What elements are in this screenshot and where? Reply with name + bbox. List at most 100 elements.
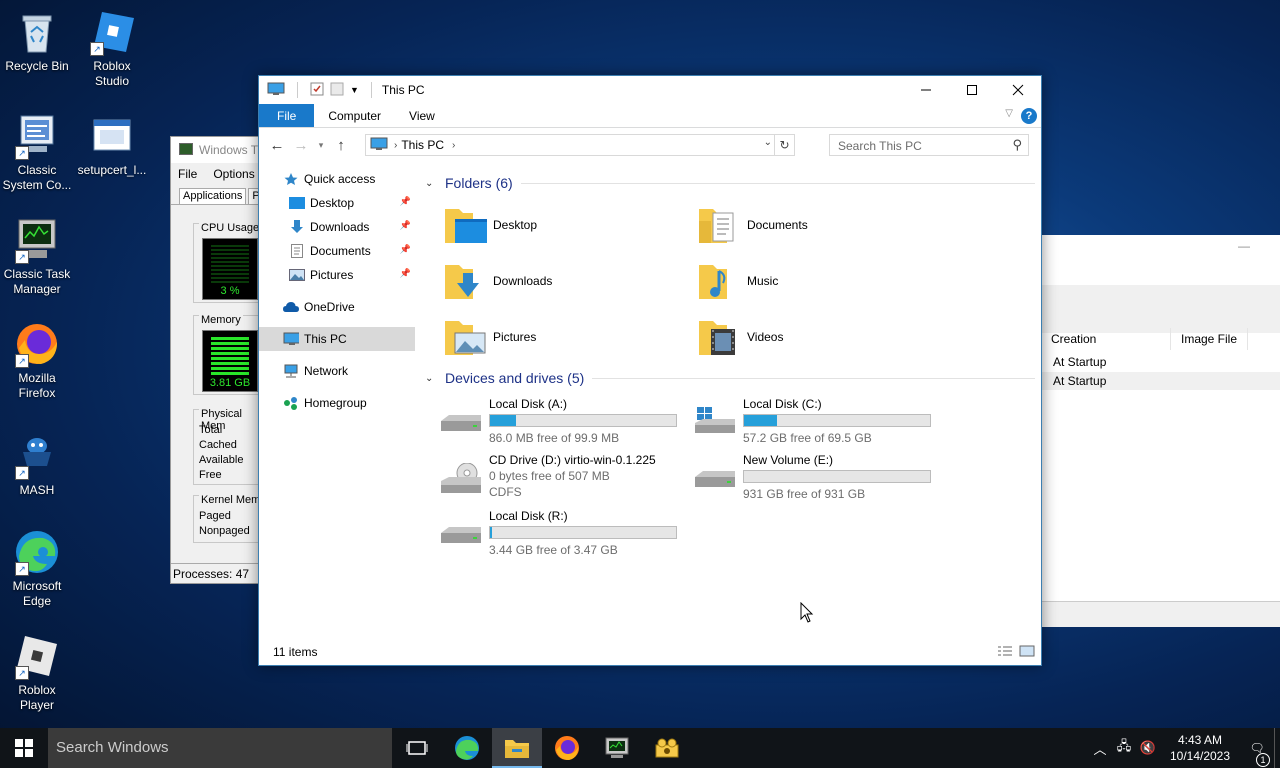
drive-local-disk-c[interactable]: Local Disk (C:) 57.2 GB free of 69.5 GB: [693, 397, 943, 447]
taskbar-task-manager[interactable]: [592, 728, 642, 768]
firefox-icon: [555, 736, 579, 760]
background-window[interactable]: — Creation Image File At Startup At Star…: [1040, 235, 1280, 627]
tab-view[interactable]: View: [395, 104, 449, 127]
tab-file[interactable]: File: [259, 104, 315, 127]
desktop-icon-mozilla-firefox[interactable]: ↗ Mozilla Firefox: [0, 320, 74, 401]
system-config-icon: ↗: [13, 112, 61, 160]
taskbar-firefox[interactable]: [542, 728, 592, 768]
drive-local-disk-r[interactable]: Local Disk (R:) 3.44 GB free of 3.47 GB: [439, 509, 689, 559]
nav-item-quick-access[interactable]: Quick access: [259, 167, 415, 191]
this-pc-icon: [267, 82, 285, 99]
nav-item-homegroup[interactable]: Homegroup: [259, 391, 415, 415]
cloud-icon: [283, 300, 299, 314]
desktop-icon-classic-system-config[interactable]: ↗ Classic System Co...: [0, 112, 74, 193]
picture-icon: [289, 268, 305, 282]
desktop-icon-mash[interactable]: ↗ MASH: [0, 432, 74, 498]
taskbar-file-explorer[interactable]: [492, 728, 542, 768]
nav-item-pictures[interactable]: Pictures 📌: [259, 263, 415, 287]
folders-group-header[interactable]: ⌄ Folders (6): [425, 172, 1035, 194]
desktop-icon-roblox-studio[interactable]: ↗ Roblox Studio: [75, 8, 149, 89]
nav-item-documents[interactable]: Documents 📌: [259, 239, 415, 263]
task-manager-titlebar[interactable]: Windows T: [171, 137, 269, 163]
properties-icon[interactable]: [310, 82, 324, 99]
folder-desktop[interactable]: Desktop: [443, 203, 537, 247]
customize-toolbar-icon[interactable]: ▼: [350, 85, 359, 95]
large-icons-view-icon[interactable]: [1019, 645, 1035, 660]
pin-icon[interactable]: 📌: [400, 220, 411, 231]
column-creation[interactable]: Creation: [1041, 328, 1171, 350]
explorer-titlebar[interactable]: ▼ This PC: [259, 76, 1041, 104]
nav-item-desktop[interactable]: Desktop 📌: [259, 191, 415, 215]
nav-item-onedrive[interactable]: OneDrive: [259, 295, 415, 319]
minimize-button[interactable]: [903, 76, 949, 104]
close-button[interactable]: [995, 76, 1041, 104]
recent-locations-icon[interactable]: ▾: [313, 140, 329, 151]
task-view-button[interactable]: [392, 728, 442, 768]
action-center-button[interactable]: 🗨 1: [1240, 741, 1274, 767]
folder-downloads[interactable]: Downloads: [443, 259, 552, 303]
breadcrumb-chevron-icon[interactable]: ›: [452, 140, 455, 151]
new-folder-icon[interactable]: [330, 82, 344, 99]
pin-icon[interactable]: 📌: [400, 244, 411, 255]
forward-arrow-icon[interactable]: →: [289, 137, 313, 154]
taskbar-mash[interactable]: [642, 728, 692, 768]
drive-new-volume-e[interactable]: New Volume (E:) 931 GB free of 931 GB: [693, 453, 943, 503]
desktop-icon-roblox-player[interactable]: ↗ Roblox Player: [0, 632, 74, 713]
desktop-icon-microsoft-edge[interactable]: ↗ Microsoft Edge: [0, 528, 74, 609]
breadcrumb-chevron-icon[interactable]: ›: [394, 140, 397, 151]
column-image-file[interactable]: Image File: [1171, 328, 1249, 350]
shortcut-arrow-icon: ↗: [15, 250, 29, 264]
drive-usage-bar: [489, 414, 677, 427]
menu-file[interactable]: File: [178, 167, 197, 185]
tab-computer[interactable]: Computer: [314, 104, 395, 127]
folder-pictures[interactable]: Pictures: [443, 315, 536, 359]
taskbar-edge[interactable]: [442, 728, 492, 768]
pin-icon[interactable]: 📌: [400, 196, 411, 207]
nav-item-this-pc[interactable]: This PC: [259, 327, 415, 351]
nav-item-downloads[interactable]: Downloads 📌: [259, 215, 415, 239]
details-view-icon[interactable]: [997, 645, 1013, 660]
downloads-folder-icon: [445, 265, 479, 299]
file-explorer-window[interactable]: ▼ This PC File Computer View ▽ ? ← → ▾ ↑: [258, 75, 1042, 666]
drive-local-disk-a[interactable]: Local Disk (A:) 86.0 MB free of 99.9 MB: [439, 397, 689, 447]
menu-options[interactable]: Options: [213, 167, 254, 185]
desktop-icon-setupcert[interactable]: setupcert_l...: [75, 112, 149, 178]
chevron-down-icon: ⌄: [425, 372, 434, 384]
up-arrow-icon[interactable]: ↑: [329, 137, 353, 154]
physical-memory-rows: Total Cached Available Free: [199, 424, 244, 481]
folder-documents[interactable]: Documents: [697, 203, 808, 247]
tab-applications[interactable]: Applications: [179, 188, 247, 204]
task-manager-window[interactable]: Windows T File Options Applications P CP…: [170, 136, 271, 584]
search-input[interactable]: Search This PC ⚲: [829, 134, 1029, 156]
expand-ribbon-icon[interactable]: ▽: [1005, 108, 1013, 119]
computer-icon: [283, 332, 299, 346]
folder-music[interactable]: Music: [697, 259, 778, 303]
breadcrumb-this-pc[interactable]: This PC: [401, 138, 444, 152]
desktop-icon-recycle-bin[interactable]: Recycle Bin: [0, 8, 74, 74]
show-desktop-button[interactable]: [1274, 728, 1280, 768]
memory-meter: 3.81 GB: [202, 330, 258, 392]
start-button[interactable]: [0, 728, 48, 768]
maximize-button[interactable]: [949, 76, 995, 104]
address-bar[interactable]: › This PC › ⌄ ↻: [365, 134, 795, 156]
back-arrow-icon[interactable]: ←: [265, 137, 289, 154]
table-row[interactable]: At Startup: [1041, 372, 1280, 390]
minimize-button[interactable]: —: [1238, 239, 1250, 253]
devices-group-header[interactable]: ⌄ Devices and drives (5): [425, 367, 1035, 389]
desktop-icon-classic-task-manager[interactable]: ↗ Classic Task Manager: [0, 216, 74, 297]
desktop-folder-icon: [289, 196, 305, 210]
folder-videos[interactable]: Videos: [697, 315, 783, 359]
pin-icon[interactable]: 📌: [400, 268, 411, 279]
network-status-icon[interactable]: 🖧: [1112, 737, 1136, 759]
table-row[interactable]: At Startup: [1041, 353, 1280, 371]
clock[interactable]: 4:43 AM 10/14/2023: [1160, 732, 1240, 764]
cd-drive-icon: [441, 463, 481, 493]
refresh-icon[interactable]: ↻: [774, 135, 794, 155]
nav-item-network[interactable]: Network: [259, 359, 415, 383]
address-dropdown-icon[interactable]: ⌄: [764, 137, 772, 148]
taskbar-search-input[interactable]: Search Windows: [48, 728, 392, 768]
roblox-studio-icon: ↗: [88, 8, 136, 56]
show-hidden-icons-chevron-icon[interactable]: ︿: [1088, 739, 1112, 758]
volume-muted-icon[interactable]: 🔇: [1136, 740, 1160, 756]
help-icon[interactable]: ?: [1021, 108, 1037, 124]
